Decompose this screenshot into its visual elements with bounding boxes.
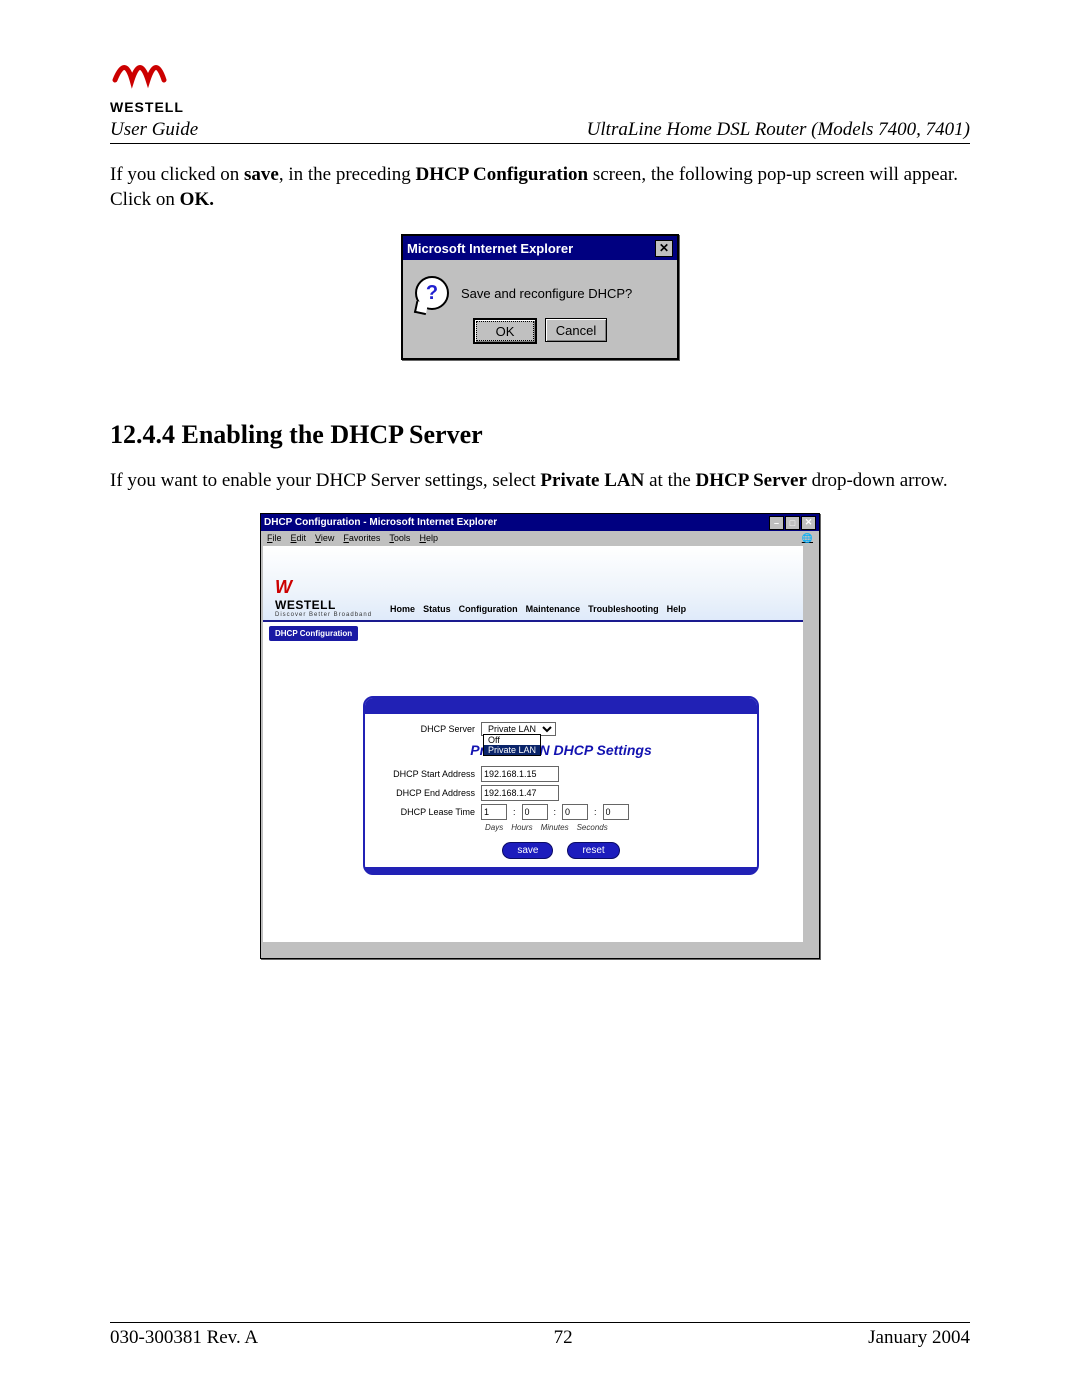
page-footer: 030-300381 Rev. A 72 January 2004 [110, 1322, 970, 1349]
doc-title-right: UltraLine Home DSL Router (Models 7400, … [587, 119, 970, 141]
footer-right: January 2004 [868, 1327, 970, 1349]
nav-home[interactable]: Home [390, 604, 415, 614]
menu-view[interactable]: View [315, 533, 334, 544]
question-icon: ? [415, 276, 449, 310]
minimize-icon[interactable]: – [769, 516, 784, 530]
dhcp-server-dropdown-open: Off Private LAN [483, 734, 541, 756]
dhcp-panel: DHCP Server Private LAN Private LAN DHCP… [363, 696, 759, 875]
dialog-message: Save and reconfigure DHCP? [461, 286, 632, 301]
save-button[interactable]: save [502, 842, 553, 859]
menu-favorites[interactable]: Favorites [343, 533, 380, 544]
nav-troubleshooting[interactable]: Troubleshooting [588, 604, 659, 614]
intro-paragraph-2: If you want to enable your DHCP Server s… [110, 469, 970, 494]
close-icon[interactable]: ✕ [655, 240, 673, 257]
section-heading: 12.4.4 Enabling the DHCP Server [110, 420, 970, 450]
label-dhcp-server: DHCP Server [385, 724, 475, 734]
nav-status[interactable]: Status [423, 604, 451, 614]
input-seconds[interactable] [603, 804, 629, 820]
label-lease-time: DHCP Lease Time [385, 807, 475, 817]
menu-edit[interactable]: Edit [291, 533, 307, 544]
nav-help[interactable]: Help [667, 604, 687, 614]
ie-logo-icon: 🌐 [802, 533, 813, 544]
input-end-address[interactable] [481, 785, 559, 801]
brand-name: WESTELL [110, 99, 970, 115]
input-minutes[interactable] [562, 804, 588, 820]
router-nav: Home Status Configuration Maintenance Tr… [390, 604, 686, 618]
reset-button[interactable]: reset [567, 842, 619, 859]
nav-configuration[interactable]: Configuration [459, 604, 518, 614]
unit-seconds: Seconds [577, 823, 608, 832]
page-content: W WESTELL Discover Better Broadband Home… [263, 546, 817, 956]
dropdown-option-private[interactable]: Private LAN [484, 745, 540, 755]
intro-paragraph-1: If you clicked on save, in the preceding… [110, 163, 970, 212]
dialog-title: Microsoft Internet Explorer [407, 241, 573, 256]
doc-title-left: User Guide [110, 119, 198, 141]
page-header: User Guide UltraLine Home DSL Router (Mo… [110, 119, 970, 144]
unit-hours: Hours [511, 823, 532, 832]
unit-days: Days [485, 823, 503, 832]
maximize-icon[interactable]: □ [785, 516, 800, 530]
browser-menubar: File Edit View Favorites Tools Help 🌐 [261, 531, 819, 546]
brand-logo: WESTELL [110, 50, 970, 115]
footer-left: 030-300381 Rev. A [110, 1327, 258, 1349]
menu-help[interactable]: Help [419, 533, 438, 544]
unit-minutes: Minutes [541, 823, 569, 832]
ok-button[interactable]: OK [473, 318, 537, 344]
settings-title: Private LAN DHCP Settings [385, 742, 737, 758]
router-brand: W WESTELL Discover Better Broadband [275, 577, 372, 618]
browser-window: DHCP Configuration - Microsoft Internet … [260, 513, 820, 959]
dropdown-option-off[interactable]: Off [484, 735, 540, 745]
close-icon[interactable]: ✕ [801, 516, 816, 530]
menu-tools[interactable]: Tools [389, 533, 410, 544]
footer-center: 72 [554, 1327, 573, 1349]
confirm-dialog: Microsoft Internet Explorer ✕ ? Save and… [401, 234, 679, 360]
nav-maintenance[interactable]: Maintenance [526, 604, 581, 614]
menu-file[interactable]: File [267, 533, 282, 544]
input-days[interactable] [481, 804, 507, 820]
input-hours[interactable] [522, 804, 548, 820]
label-end-address: DHCP End Address [385, 788, 475, 798]
cancel-button[interactable]: Cancel [545, 318, 607, 342]
label-start-address: DHCP Start Address [385, 769, 475, 779]
westell-logo-icon [110, 50, 180, 94]
window-title: DHCP Configuration - Microsoft Internet … [264, 517, 497, 528]
input-start-address[interactable] [481, 766, 559, 782]
sidebar-item-dhcp-config[interactable]: DHCP Configuration [269, 626, 358, 641]
